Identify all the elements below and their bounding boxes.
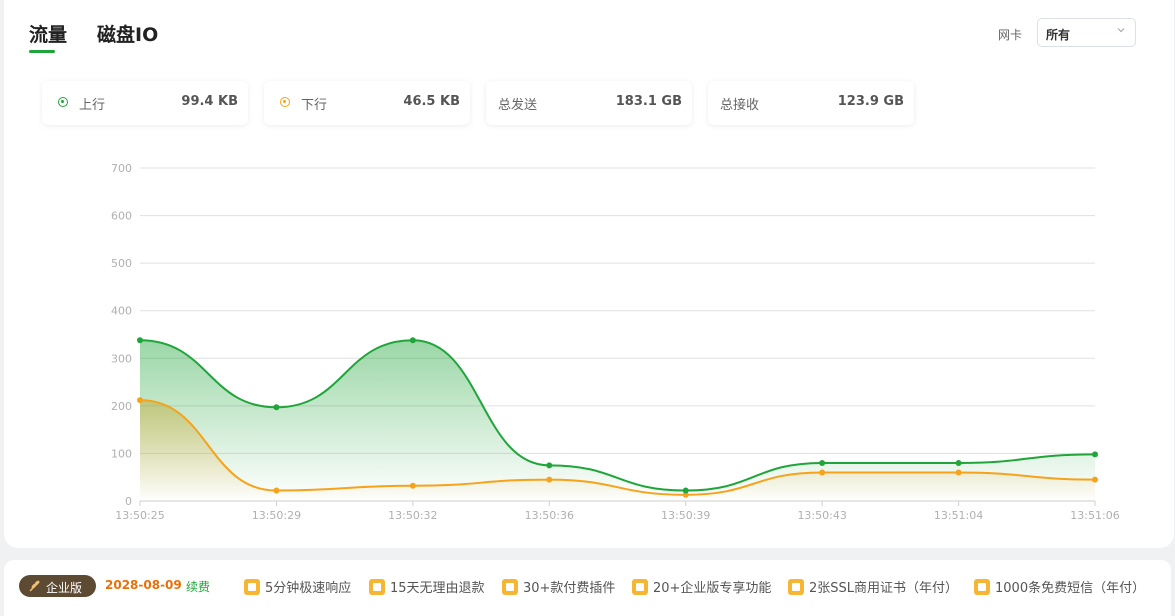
series-up-point [273, 404, 280, 411]
x-tick-label: 13:51:06 [1070, 509, 1119, 522]
series-up-point [955, 459, 962, 466]
series-up-point [409, 337, 416, 344]
refund-icon [369, 579, 385, 595]
series-down-point [409, 482, 416, 489]
y-tick-label: 600 [111, 210, 132, 223]
series-down-point [273, 487, 280, 494]
apps-icon [632, 579, 648, 595]
feature-fast-response: 5分钟极速响应 [244, 577, 351, 596]
edition-footer: 企业版 2028-08-09 续费 5分钟极速响应 15天无理由退款 30+款付… [4, 560, 1171, 616]
certificate-icon [788, 579, 804, 595]
feature-plugins: 30+款付费插件 [502, 577, 615, 596]
y-tick-label: 500 [111, 257, 132, 270]
edition-label: 企业版 [46, 581, 83, 595]
series-up-point [137, 337, 143, 344]
series-down-point [819, 469, 826, 476]
feature-sms: 1000条免费短信（年付） [974, 577, 1145, 596]
feature-refund: 15天无理由退款 [369, 577, 485, 596]
series-down-point [1092, 476, 1098, 483]
x-tick-label: 13:50:39 [661, 509, 710, 522]
y-tick-label: 0 [125, 495, 132, 508]
x-tick-label: 13:50:36 [525, 509, 574, 522]
series-down-point [955, 469, 962, 476]
feature-exclusive: 20+企业版专享功能 [632, 577, 771, 596]
traffic-chart: 0 100 200 300 400 500 600 700 13:50:25 13:50:29 13… [111, 162, 1120, 522]
y-tick-label: 100 [111, 447, 132, 460]
x-tick-label: 13:50:25 [115, 509, 164, 522]
x-tick-label: 13:50:43 [797, 509, 846, 522]
wheat-icon [29, 580, 40, 592]
y-tick-label: 400 [111, 305, 132, 318]
series-up-point [546, 462, 553, 469]
feature-ssl: 2张SSL商用证书（年付） [788, 577, 958, 596]
series-down-point [137, 397, 143, 404]
rocket-icon [244, 579, 260, 595]
series-down-point [546, 476, 553, 483]
x-tick-label: 13:50:32 [388, 509, 437, 522]
edition-badge: 企业版 [19, 575, 96, 597]
x-tick-label: 13:51:04 [934, 509, 983, 522]
x-tick-label: 13:50:29 [252, 509, 301, 522]
series-up-point [1092, 451, 1098, 458]
y-tick-label: 200 [111, 400, 132, 413]
message-icon [974, 579, 990, 595]
y-tick-label: 700 [111, 162, 132, 175]
series-up-point [682, 487, 689, 494]
puzzle-icon [502, 579, 518, 595]
expire-date: 2028-08-09 [105, 578, 182, 592]
series-up-point [819, 459, 826, 466]
y-tick-label: 300 [111, 352, 132, 365]
renew-link[interactable]: 续费 [186, 578, 210, 595]
